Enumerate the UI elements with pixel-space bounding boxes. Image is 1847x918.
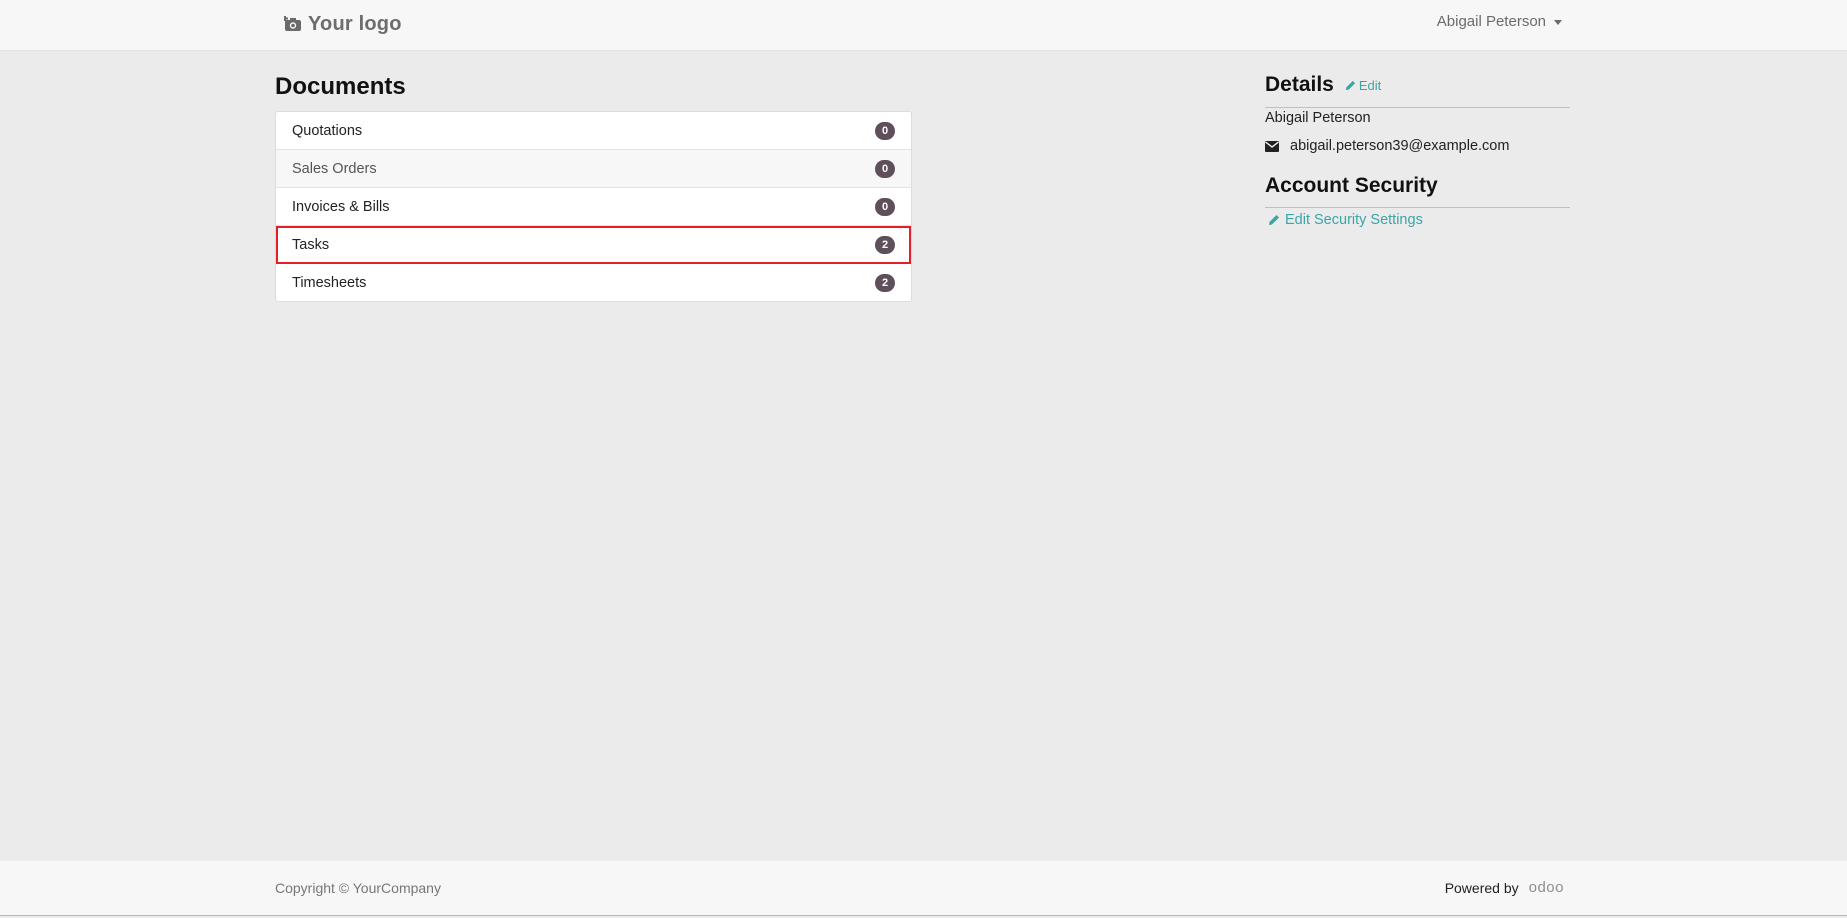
pencil-icon [1269,215,1279,225]
details-header: Details Edit [1265,73,1381,97]
details-title: Details [1265,73,1334,96]
copyright-text: Copyright © YourCompany [275,880,441,896]
odoo-logo[interactable]: odoo [1529,879,1564,896]
edit-label: Edit [1358,78,1382,93]
documents-item-invoices-bills[interactable]: Invoices & Bills 0 [276,188,911,226]
documents-item-sales-orders[interactable]: Sales Orders 0 [276,150,911,188]
company-logo[interactable]: Your logo [284,10,402,38]
top-navbar: Your logo Abigail Peterson [0,0,1847,51]
footer: Copyright © YourCompany Powered by odoo [0,861,1847,916]
count-badge: 0 [875,121,895,140]
count-badge: 0 [875,159,895,178]
powered-by-text: Powered by [1444,879,1519,896]
documents-title: Documents [275,73,406,100]
pencil-icon [1345,80,1355,91]
documents-item-tasks[interactable]: Tasks 2 [276,226,911,264]
email-text: abigail.peterson39@example.com [1290,138,1510,154]
contact-name: Abigail Peterson [1265,110,1371,126]
caret-down-icon [1554,19,1562,25]
security-divider [1265,207,1570,208]
count-badge: 0 [875,197,895,216]
camera-icon [284,16,301,31]
account-security-title: Account Security [1265,174,1438,197]
documents-item-timesheets[interactable]: Timesheets 2 [276,264,911,301]
documents-list: Quotations 0 Sales Orders 0 Invoices & B… [275,111,912,302]
edit-security-settings-link[interactable]: Edit Security Settings [1268,212,1423,228]
documents-item-label: Invoices & Bills [292,198,390,215]
details-divider [1265,107,1570,108]
count-badge: 2 [875,273,895,292]
documents-item-label: Quotations [292,122,363,139]
contact-email: abigail.peterson39@example.com [1265,138,1509,154]
powered-by: Powered by odoo [1445,879,1564,896]
documents-item-label: Sales Orders [292,160,377,177]
count-badge: 2 [875,235,895,254]
documents-item-label: Tasks [292,236,330,253]
documents-item-label: Timesheets [292,274,367,291]
logo-text: Your logo [308,12,402,35]
edit-security-label: Edit Security Settings [1285,212,1423,228]
user-name: Abigail Peterson [1436,13,1546,30]
envelope-icon [1265,140,1279,152]
user-menu-dropdown[interactable]: Abigail Peterson [1437,13,1562,30]
documents-item-quotations[interactable]: Quotations 0 [276,112,911,150]
edit-details-link[interactable]: Edit [1345,78,1381,93]
